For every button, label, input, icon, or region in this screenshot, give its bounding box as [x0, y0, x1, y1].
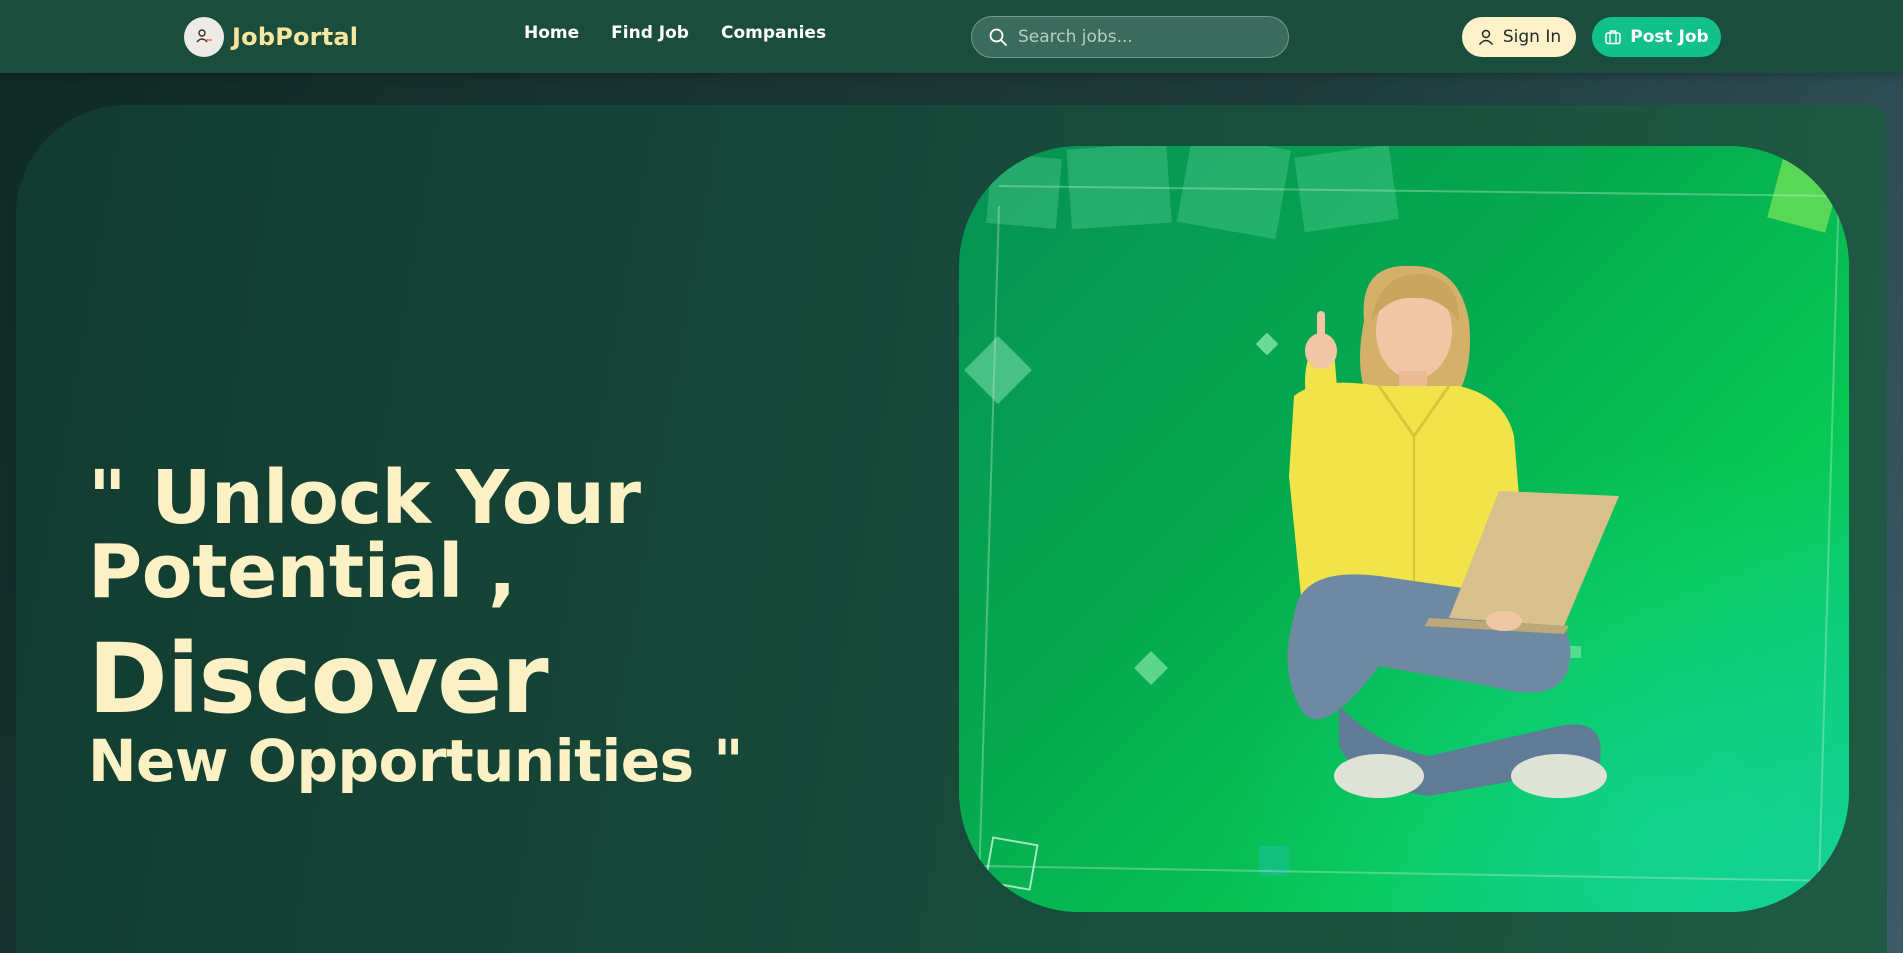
headline-line-2: Potential , [88, 529, 516, 615]
headline-line-1: " Unlock Your [88, 455, 641, 541]
sign-in-label: Sign In [1502, 27, 1562, 47]
hero-image-panel [959, 146, 1849, 912]
post-job-label: Post Job [1630, 27, 1709, 47]
nav-find-job[interactable]: Find Job [611, 23, 689, 43]
user-icon [1478, 29, 1493, 45]
top-navbar: JobPortal Home Find Job Companies Sign I… [0, 0, 1903, 73]
briefcase-icon [1605, 30, 1621, 45]
search-icon [989, 28, 1007, 46]
main-nav: Home Find Job Companies [524, 23, 826, 43]
hero-illustration [959, 146, 1849, 912]
headline-line-3: Discover [88, 623, 549, 735]
headline-line-4: New Opportunities " [88, 727, 744, 795]
nav-home[interactable]: Home [524, 23, 579, 43]
search-box[interactable] [971, 16, 1289, 58]
hero-headline: " Unlock Your Potential , Discover New O… [88, 455, 744, 795]
person-logo-icon [184, 16, 224, 57]
post-job-button[interactable]: Post Job [1592, 17, 1721, 57]
nav-companies[interactable]: Companies [721, 23, 826, 43]
brand-logo[interactable]: JobPortal [184, 16, 358, 57]
search-input[interactable] [1018, 27, 1268, 47]
sign-in-button[interactable]: Sign In [1462, 17, 1576, 57]
brand-name: JobPortal [232, 22, 359, 51]
